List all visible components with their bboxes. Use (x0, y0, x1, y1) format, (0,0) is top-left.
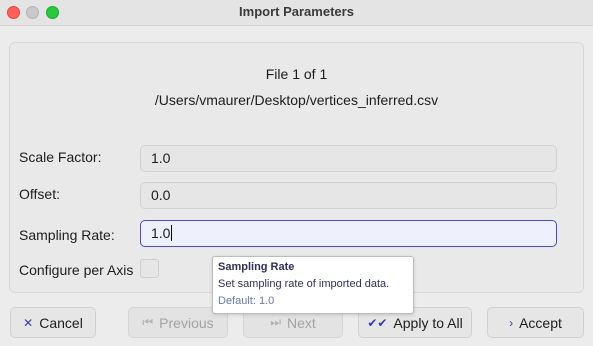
scale-factor-input[interactable]: 1.0 (140, 145, 557, 172)
offset-label: Offset: (19, 186, 60, 202)
tooltip-title: Sampling Rate (218, 261, 295, 273)
scale-factor-value: 1.0 (151, 150, 171, 166)
previous-label: Previous (159, 314, 214, 331)
tooltip-description: Set sampling rate of imported data. (218, 278, 390, 290)
skip-previous-icon: ⏮ (142, 315, 154, 329)
cancel-label: Cancel (39, 314, 83, 331)
apply-to-all-label: Apply to All (393, 314, 463, 331)
tooltip-default: Default: 1.0 (218, 295, 275, 307)
file-count-label: File 1 of 1 (265, 66, 328, 82)
offset-value: 0.0 (151, 187, 171, 203)
sampling-rate-input[interactable]: 1.0 (140, 220, 557, 247)
scale-factor-label: Scale Factor: (19, 149, 102, 165)
close-icon: ✕ (23, 315, 34, 330)
text-caret (171, 225, 173, 241)
accept-label: Accept (519, 314, 562, 331)
sampling-rate-label: Sampling Rate: (19, 227, 115, 243)
offset-input[interactable]: 0.0 (140, 182, 557, 209)
accept-button[interactable]: › Accept (487, 307, 584, 338)
cancel-button[interactable]: ✕ Cancel (10, 307, 96, 338)
configure-per-axis-label: Configure per Axis (19, 262, 134, 278)
sampling-rate-tooltip: Sampling Rate Set sampling rate of impor… (212, 256, 414, 314)
skip-next-icon: ⏭ (270, 315, 281, 329)
title-bar: Import Parameters (0, 0, 593, 26)
sampling-rate-value: 1.0 (151, 225, 171, 241)
double-check-icon: ✔✔ (367, 315, 388, 330)
window-title: Import Parameters (239, 4, 354, 19)
chevron-right-icon: › (509, 315, 514, 330)
configure-per-axis-checkbox[interactable] (140, 259, 159, 278)
next-label: Next (287, 314, 316, 331)
file-path-label: /Users/vmaurer/Desktop/vertices_inferred… (154, 92, 439, 108)
